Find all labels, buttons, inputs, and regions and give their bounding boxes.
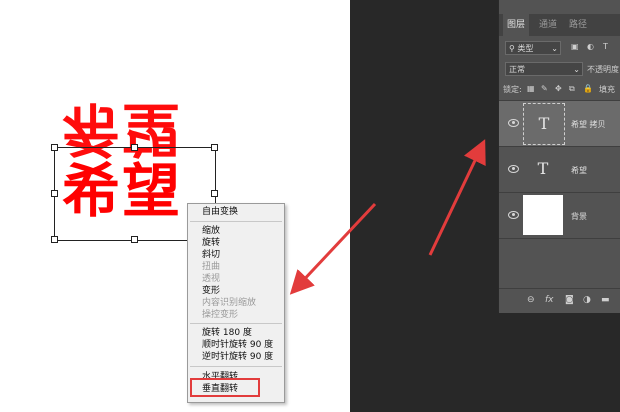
layers-panel-footer: ⊖ fx ◙ ◑ ▬ (499, 288, 620, 313)
image-filter-icon[interactable]: ▣ (571, 42, 579, 51)
chevron-down-icon: ⌄ (551, 44, 558, 53)
adjustment-icon[interactable]: ◑ (583, 295, 591, 305)
background-layer-thumbnail (523, 195, 563, 235)
fx-icon[interactable]: fx (545, 295, 554, 305)
text-layer-thumbnail: T (523, 103, 565, 145)
arrow-to-layer (428, 139, 486, 256)
visibility-eye-icon[interactable] (508, 211, 519, 219)
blend-mode-select[interactable]: 正常 ⌄ (505, 62, 583, 76)
visibility-eye-icon[interactable] (508, 119, 519, 127)
tab-channels[interactable]: 通道 (539, 14, 557, 36)
search-icon: ⚲ (509, 44, 515, 53)
lock-all-icon[interactable]: 🔒 (583, 84, 593, 93)
adjustment-filter-icon[interactable]: ◐ (587, 42, 594, 51)
layer-row-text[interactable]: T 希望 (499, 146, 620, 192)
lock-transparent-icon[interactable]: ▦ (527, 84, 535, 93)
layer-filter-dropdown[interactable]: ⚲ 类型 ⌄ (505, 41, 561, 55)
layers-panel: 图层 通道 路径 ⚲ 类型 ⌄ ▣ ◐ T 正常 ⌄ 不透明度 锁定: ▦ ✎ … (498, 0, 620, 313)
text-filter-icon[interactable]: T (603, 42, 608, 51)
filter-label: 类型 (517, 44, 534, 53)
layer-name[interactable]: 希望 (571, 165, 587, 176)
lock-position-icon[interactable]: ✥ (555, 84, 562, 93)
mask-icon[interactable]: ◙ (565, 295, 574, 305)
layer-row-text-copy[interactable]: T 希望 拷贝 (499, 100, 620, 146)
layer-name[interactable]: 背景 (571, 211, 587, 222)
tab-paths[interactable]: 路径 (569, 14, 587, 36)
visibility-eye-icon[interactable] (508, 165, 519, 173)
layer-name[interactable]: 希望 拷贝 (571, 119, 606, 130)
fill-label: 填充 (599, 85, 615, 94)
text-layer-thumbnail: T (537, 159, 549, 178)
tab-layers[interactable]: 图层 (503, 14, 530, 36)
layer-row-background[interactable]: 背景 (499, 192, 620, 239)
link-icon[interactable]: ⊖ (527, 295, 535, 305)
blend-mode-value: 正常 (509, 65, 525, 74)
lock-paint-icon[interactable]: ✎ (541, 84, 548, 93)
opacity-label: 不透明度 (587, 65, 619, 74)
chevron-down-icon: ⌄ (573, 65, 580, 74)
arrow-to-menu (289, 202, 377, 295)
lock-label: 锁定: (503, 85, 522, 94)
folder-icon[interactable]: ▬ (601, 295, 610, 305)
lock-artboard-icon[interactable]: ⧉ (569, 84, 575, 94)
